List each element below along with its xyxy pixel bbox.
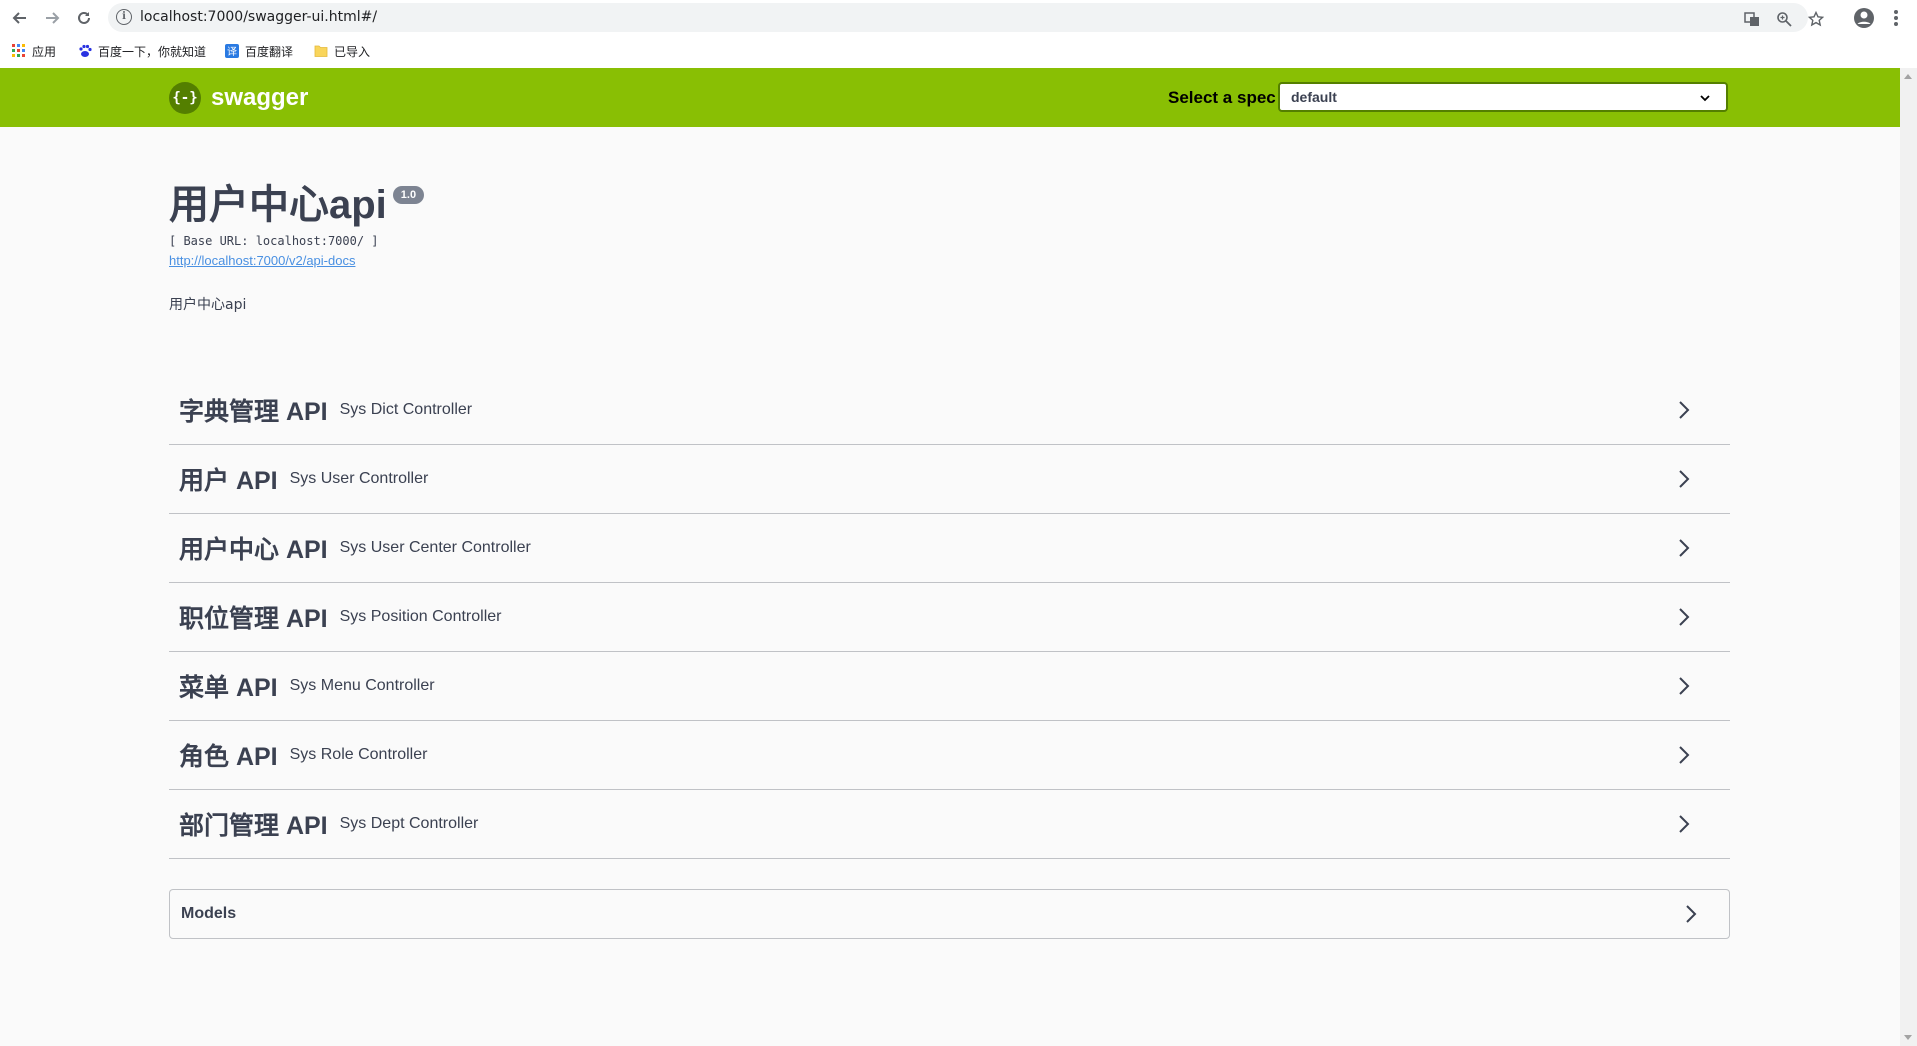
bookmark-label: 应用 bbox=[32, 44, 57, 59]
menu-kebab-icon[interactable] bbox=[1884, 6, 1908, 30]
bookmark-label: 百度翻译 bbox=[245, 44, 294, 59]
tag-section-position[interactable]: 职位管理 API Sys Position Controller bbox=[169, 583, 1730, 652]
bookmark-baidu[interactable]: 百度一下，你就知道 bbox=[78, 41, 206, 61]
scroll-down-icon[interactable] bbox=[1904, 1035, 1912, 1040]
swagger-logo-text: swagger bbox=[211, 84, 309, 111]
translate-icon[interactable] bbox=[1744, 11, 1760, 27]
zoom-icon[interactable] bbox=[1776, 11, 1792, 27]
reload-icon[interactable] bbox=[72, 6, 96, 30]
chevron-right-icon[interactable] bbox=[1674, 745, 1694, 765]
chevron-right-icon[interactable] bbox=[1681, 904, 1701, 924]
chevron-right-icon[interactable] bbox=[1674, 814, 1694, 834]
folder-icon bbox=[314, 45, 328, 57]
bookmarks-bar: 应用 百度一下，你就知道 译 百度翻译 已导入 bbox=[0, 38, 1917, 64]
swagger-logo-icon: {-} bbox=[169, 82, 201, 114]
tag-section-user[interactable]: 用户 API Sys User Controller bbox=[169, 445, 1730, 514]
tag-description: Sys Dict Controller bbox=[339, 401, 473, 418]
tag-description: Sys Role Controller bbox=[289, 746, 428, 763]
svg-text:译: 译 bbox=[227, 46, 237, 58]
tag-section-dept[interactable]: 部门管理 API Sys Dept Controller bbox=[169, 790, 1730, 859]
forward-icon[interactable] bbox=[40, 6, 64, 30]
address-bar[interactable]: i localhost:7000/swagger-ui.html#/ bbox=[108, 3, 1824, 32]
chevron-right-icon[interactable] bbox=[1674, 400, 1694, 420]
tag-list: 字典管理 API Sys Dict Controller 用户 API Sys … bbox=[169, 376, 1730, 859]
chevron-down-icon bbox=[1700, 95, 1710, 102]
version-badge: 1.0 bbox=[392, 186, 425, 204]
bookmark-imported-folder[interactable]: 已导入 bbox=[314, 41, 370, 61]
chevron-right-icon[interactable] bbox=[1674, 607, 1694, 627]
tag-name[interactable]: 字典管理 API bbox=[179, 392, 328, 428]
tag-description: Sys User Center Controller bbox=[339, 539, 531, 556]
spec-select-label: Select a spec bbox=[1168, 88, 1276, 107]
page-title: 用户中心api bbox=[169, 183, 387, 227]
tag-name[interactable]: 菜单 API bbox=[179, 668, 278, 704]
swagger-topbar: {-} swagger Select a spec default bbox=[0, 68, 1900, 127]
page-scrollbar[interactable] bbox=[1900, 68, 1917, 1046]
tag-description: Sys Menu Controller bbox=[289, 677, 435, 694]
models-title[interactable]: Models bbox=[181, 905, 236, 923]
tag-section-user-center[interactable]: 用户中心 API Sys User Center Controller bbox=[169, 514, 1730, 583]
tag-name[interactable]: 用户中心 API bbox=[179, 530, 328, 566]
baidu-translate-icon: 译 bbox=[225, 44, 239, 58]
bookmark-label: 已导入 bbox=[334, 44, 371, 59]
bookmark-apps[interactable]: 应用 bbox=[12, 41, 56, 61]
tag-section-role[interactable]: 角色 API Sys Role Controller bbox=[169, 721, 1730, 790]
tag-section-menu[interactable]: 菜单 API Sys Menu Controller bbox=[169, 652, 1730, 721]
bookmark-star-icon[interactable] bbox=[1808, 11, 1824, 27]
site-info-icon[interactable]: i bbox=[116, 9, 132, 25]
tag-description: Sys Position Controller bbox=[339, 608, 502, 625]
models-section[interactable]: Models bbox=[169, 889, 1730, 939]
bookmark-label: 百度一下，你就知道 bbox=[98, 44, 207, 59]
apps-grid-icon bbox=[12, 44, 25, 57]
swagger-logo[interactable]: {-} swagger bbox=[169, 82, 308, 114]
base-url: [ Base URL: localhost:7000/ ] bbox=[169, 234, 379, 248]
spec-select[interactable]: default bbox=[1278, 82, 1728, 112]
browser-toolbar: i localhost:7000/swagger-ui.html#/ 应用 百度… bbox=[0, 0, 1917, 69]
chevron-right-icon[interactable] bbox=[1674, 469, 1694, 489]
tag-name[interactable]: 部门管理 API bbox=[179, 806, 328, 842]
tag-description: Sys Dept Controller bbox=[339, 815, 479, 832]
baidu-paw-icon bbox=[79, 44, 92, 57]
url-text[interactable]: localhost:7000/swagger-ui.html#/ bbox=[140, 9, 377, 25]
tag-name[interactable]: 职位管理 API bbox=[179, 599, 328, 635]
tag-section-dict[interactable]: 字典管理 API Sys Dict Controller bbox=[169, 376, 1730, 445]
tag-description: Sys User Controller bbox=[289, 470, 429, 487]
back-icon[interactable] bbox=[8, 6, 32, 30]
tag-name[interactable]: 用户 API bbox=[179, 461, 278, 497]
chevron-right-icon[interactable] bbox=[1674, 538, 1694, 558]
tag-name[interactable]: 角色 API bbox=[179, 737, 278, 773]
api-description: 用户中心api bbox=[169, 297, 247, 313]
profile-avatar-icon[interactable] bbox=[1852, 6, 1876, 30]
api-docs-link[interactable]: http://localhost:7000/v2/api-docs bbox=[169, 253, 355, 268]
bookmark-baidu-translate[interactable]: 译 百度翻译 bbox=[225, 41, 293, 61]
spec-select-value[interactable]: default bbox=[1291, 89, 1337, 105]
scroll-up-icon[interactable] bbox=[1904, 74, 1912, 79]
chevron-right-icon[interactable] bbox=[1674, 676, 1694, 696]
api-info: 用户中心api 1.0 [ Base URL: localhost:7000/ … bbox=[169, 180, 1730, 314]
